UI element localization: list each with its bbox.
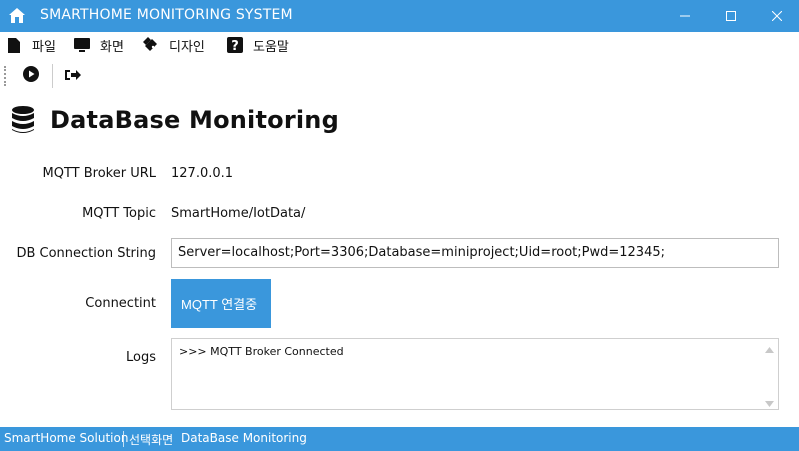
file-icon	[6, 37, 22, 53]
page-heading: DataBase Monitoring	[12, 100, 339, 140]
start-button[interactable]	[20, 65, 42, 87]
svg-text:?: ?	[231, 39, 239, 53]
status-selected-label: 선택화면	[129, 433, 174, 447]
home-icon	[8, 7, 26, 25]
caret-down-icon	[764, 392, 774, 411]
menu-item-design[interactable]: 디자인	[143, 35, 205, 55]
maximize-button[interactable]	[708, 0, 754, 32]
menu-label-help: 도움말	[253, 39, 289, 55]
menu-item-file[interactable]: 파일	[6, 35, 56, 55]
broker-url-label: MQTT Broker URL	[42, 166, 157, 181]
logs-textbox[interactable]: >>> MQTT Broker Connected	[171, 338, 779, 410]
database-icon	[12, 106, 34, 134]
play-circle-icon	[23, 66, 39, 86]
exit-icon	[64, 67, 82, 86]
scroll-up-arrow[interactable]	[762, 341, 776, 353]
mqtt-connect-button[interactable]: MQTT 연결중	[171, 279, 271, 328]
menu-item-screen[interactable]: 화면	[74, 35, 124, 55]
help-icon: ?	[227, 37, 243, 53]
status-separator	[123, 431, 124, 447]
toolbar	[0, 58, 799, 94]
close-button[interactable]	[754, 0, 799, 32]
scroll-down-arrow[interactable]	[762, 395, 776, 407]
caret-up-icon	[764, 338, 774, 357]
menu-label-screen: 화면	[100, 39, 124, 55]
db-connection-input[interactable]: Server=localhost;Port=3306;Database=mini…	[171, 238, 779, 268]
menu-item-help[interactable]: ? 도움말	[227, 35, 289, 55]
logs-text: >>> MQTT Broker Connected	[179, 345, 344, 358]
status-bar: SmartHome Solution 선택화면 DataBase Monitor…	[0, 427, 799, 451]
broker-url-value: 127.0.0.1	[171, 166, 234, 181]
title-bar: SMARTHOME MONITORING SYSTEM	[0, 0, 799, 32]
topic-value: SmartHome/IotData/	[171, 206, 306, 221]
menu-label-file: 파일	[32, 39, 56, 55]
palette-icon	[143, 37, 159, 53]
menu-bar: 파일 화면 디자인 ? 도움말	[0, 32, 799, 58]
db-connection-label: DB Connection String	[16, 246, 156, 261]
exit-button[interactable]	[62, 65, 84, 87]
topic-label: MQTT Topic	[82, 206, 156, 221]
toolbar-separator	[52, 64, 53, 88]
connect-label: Connectint	[85, 296, 156, 311]
monitor-icon	[74, 37, 90, 53]
status-selected-value: DataBase Monitoring	[181, 431, 307, 445]
minimize-button[interactable]	[662, 0, 708, 32]
window-title: SMARTHOME MONITORING SYSTEM	[40, 7, 293, 23]
page-title: DataBase Monitoring	[50, 106, 339, 134]
menu-label-design: 디자인	[169, 39, 205, 55]
logs-label: Logs	[126, 350, 156, 365]
toolbar-grip[interactable]	[4, 66, 6, 86]
status-solution: SmartHome Solution	[4, 431, 129, 445]
